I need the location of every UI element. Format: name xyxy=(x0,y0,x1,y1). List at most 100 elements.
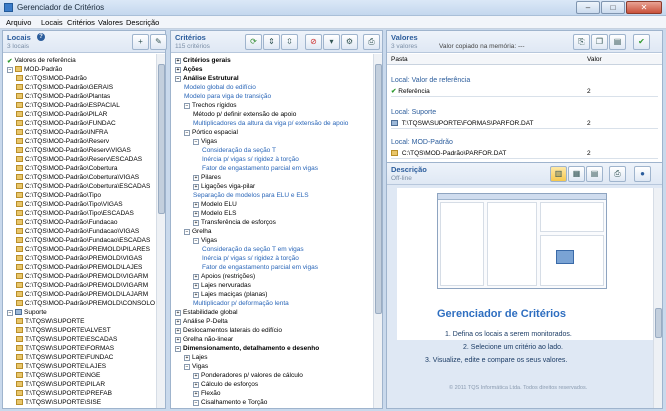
tree-item[interactable]: ✔ Valores de referência xyxy=(7,56,76,65)
expand-icon[interactable]: + xyxy=(193,391,199,397)
tree-item[interactable]: + Critérios gerais xyxy=(175,56,231,65)
col-valor[interactable]: Valor xyxy=(587,56,602,63)
tree-item[interactable]: − Dimensionamento, detalhamento e desenho xyxy=(175,344,319,353)
tree-item[interactable]: + Transferência de esforços xyxy=(193,218,276,227)
tree-item[interactable]: + Lajes nervuradas xyxy=(193,281,251,290)
tree-item[interactable]: C:\TQS\MOD-Padrão\FUNDAC xyxy=(16,119,116,128)
menu-locais[interactable]: Locais xyxy=(41,18,63,27)
tree-item[interactable]: − Suporte xyxy=(7,308,47,317)
globe-icon[interactable]: ● xyxy=(634,166,651,182)
tree-item[interactable]: C:\TQS\MOD-Padrão\Fundacao\VIGAS xyxy=(16,227,139,236)
tree-item[interactable]: T:\TQSW\SUPORTE\PREFAB xyxy=(16,389,112,398)
tools-icon[interactable]: ⚙ xyxy=(341,34,358,50)
tree-item[interactable]: − Cisalhamento e Torção xyxy=(193,398,267,407)
menu-criterios[interactable]: Critérios xyxy=(67,18,95,27)
tree-item[interactable]: C:\TQS\MOD-Padrão\PILAR xyxy=(16,110,107,119)
tree-item[interactable]: C:\TQS\MOD-Padrão\PREMOLD\VIGARM xyxy=(16,281,148,290)
tree-item[interactable]: T:\TQSW\SUPORTE\ESCADAS xyxy=(16,335,117,344)
tree-item[interactable]: C:\TQS\MOD-Padrão\PREMOLD\CONSOLOS xyxy=(16,299,155,308)
tree-item[interactable]: C:\TQS\MOD-Padrão\Plantas xyxy=(16,92,110,101)
collapse-icon[interactable]: − xyxy=(184,130,190,136)
tree-item[interactable]: + Análise P-Delta xyxy=(175,317,228,326)
tree-item[interactable]: Fator de engastamento parcial em vigas xyxy=(202,263,318,272)
col-pasta[interactable]: Pasta xyxy=(391,56,408,63)
tree-item[interactable]: Método p/ definir extensão de apoio xyxy=(193,110,296,119)
tree-item[interactable]: C:\TQS\MOD-Padrão\Reserv\ESCADAS xyxy=(16,155,142,164)
tree-item[interactable]: − Análise Estrutural xyxy=(175,74,239,83)
menu-valores[interactable]: Valores xyxy=(98,18,123,27)
expand-icon[interactable]: + xyxy=(193,292,199,298)
edit-local-button[interactable]: ✎ xyxy=(150,34,167,50)
collapse-icon[interactable]: − xyxy=(193,400,199,406)
refresh-icon[interactable]: ⟳ xyxy=(245,34,262,50)
expand-icon[interactable]: + xyxy=(193,184,199,190)
expand-icon[interactable]: + xyxy=(193,211,199,217)
close-button[interactable]: ✕ xyxy=(626,1,662,14)
expand-icon[interactable]: + xyxy=(175,58,181,64)
tree-item[interactable]: C:\TQS\MOD-Padrão\PREMOLD\LAJES xyxy=(16,263,142,272)
expand-icon[interactable]: + xyxy=(193,283,199,289)
tree-item[interactable]: Consideração da seção T em vigas xyxy=(202,245,304,254)
tree-item[interactable]: + Deslocamentos laterais do edifício xyxy=(175,326,282,335)
tree-item[interactable]: − Grelha xyxy=(184,227,212,236)
layout-right-icon[interactable]: ▤ xyxy=(586,166,603,182)
collapse-icon[interactable]: − xyxy=(184,103,190,109)
tree-item[interactable]: Consideração da seção T xyxy=(202,146,276,155)
tree-item[interactable]: + Modelo ELS xyxy=(193,209,236,218)
help-icon[interactable]: ? xyxy=(37,33,45,41)
tree-item[interactable]: T:\TQSW\SUPORTE\LAJES xyxy=(16,362,106,371)
expand-icon[interactable]: + xyxy=(184,355,190,361)
tree-item[interactable]: + Ponderadores p/ valores de cálculo xyxy=(193,371,303,380)
filter-icon[interactable]: ▾ xyxy=(323,34,340,50)
tree-item[interactable]: Modelo para viga de transição xyxy=(184,92,271,101)
collapse-icon[interactable]: − xyxy=(7,67,13,73)
tree-item[interactable]: C:\TQS\MOD-Padrão\GERAIS xyxy=(16,83,113,92)
collapse-all-icon[interactable]: ⇳ xyxy=(281,34,298,50)
collapse-icon[interactable]: − xyxy=(184,364,190,370)
tree-item[interactable]: T:\TQSW\SUPORTE\ALVEST xyxy=(16,326,111,335)
table-row[interactable]: C:\TQS\MOD-Padrão\PARFOR.DAT 2 xyxy=(391,149,658,159)
collapse-icon[interactable]: − xyxy=(193,238,199,244)
paste-icon[interactable]: ❐ xyxy=(591,34,608,50)
tree-item[interactable]: − Pórtico espacial xyxy=(184,128,238,137)
minimize-button[interactable]: – xyxy=(576,1,600,14)
tree-item[interactable]: T:\TQSW\SUPORTE\FORMAS xyxy=(16,344,114,353)
tree-item[interactable]: − Trechos rígidos xyxy=(184,101,237,110)
maximize-button[interactable]: □ xyxy=(601,1,625,14)
tree-item[interactable]: C:\TQS\MOD-Padrão\PREMOLD\VIGARM xyxy=(16,272,148,281)
expand-icon[interactable]: + xyxy=(175,337,181,343)
expand-icon[interactable]: + xyxy=(193,274,199,280)
expand-icon[interactable]: + xyxy=(175,67,181,73)
tree-item[interactable]: + Cálculo de esforços xyxy=(193,380,258,389)
collapse-icon[interactable]: − xyxy=(193,139,199,145)
layout-split-icon[interactable]: ▦ xyxy=(568,166,585,182)
tree-item[interactable]: T:\TQSW\SUPORTE\FUNDAC xyxy=(16,353,113,362)
tree-item[interactable]: Multiplicadores da altura da viga p/ ext… xyxy=(193,119,348,128)
locais-scrollbar[interactable] xyxy=(156,54,165,408)
tree-item[interactable]: T:\TQSW\SUPORTE\NGE xyxy=(16,371,100,380)
confirm-icon[interactable]: ✔ xyxy=(633,34,650,50)
tree-item[interactable]: + Flexão xyxy=(193,389,221,398)
expand-icon[interactable]: + xyxy=(193,373,199,379)
tree-item[interactable]: C:\TQS\MOD-Padrão\Fundacao\ESCADAS xyxy=(16,236,150,245)
tree-item[interactable]: + Pilares xyxy=(193,173,221,182)
tree-item[interactable]: C:\TQS\MOD-Padrão\Cobertura xyxy=(16,164,117,173)
tree-item[interactable]: − Vigas xyxy=(184,362,208,371)
expand-icon[interactable]: + xyxy=(175,319,181,325)
tree-item[interactable]: T:\TQSW\SUPORTE\PILAR xyxy=(16,380,105,389)
tree-item[interactable]: C:\TQS\MOD-Padrão\Reserv xyxy=(16,137,109,146)
tree-item[interactable]: + Lajes maciças (planas) xyxy=(193,290,267,299)
tree-item[interactable]: T:\TQSW\SUPORTE xyxy=(16,317,84,326)
menu-descricao[interactable]: Descrição xyxy=(126,18,159,27)
compare-icon[interactable]: ▤ xyxy=(609,34,626,50)
expand-icon[interactable]: + xyxy=(193,220,199,226)
expand-icon[interactable]: + xyxy=(193,202,199,208)
tree-item[interactable]: + Ligações viga-pilar xyxy=(193,182,255,191)
tree-item[interactable]: Separação de modelos para ELU e ELS xyxy=(193,191,309,200)
tree-item[interactable]: C:\TQS\MOD-Padrão\Tipo xyxy=(16,191,101,200)
expand-icon[interactable]: + xyxy=(193,175,199,181)
tree-item[interactable]: + Modelo ELU xyxy=(193,200,237,209)
tree-item[interactable]: C:\TQS\MOD-Padrão\Tipo\ESCADAS xyxy=(16,209,134,218)
tree-item[interactable]: C:\TQS\MOD-Padrão\Reserv\VIGAS xyxy=(16,146,131,155)
tree-item[interactable]: + Apoios (restrições) xyxy=(193,272,255,281)
